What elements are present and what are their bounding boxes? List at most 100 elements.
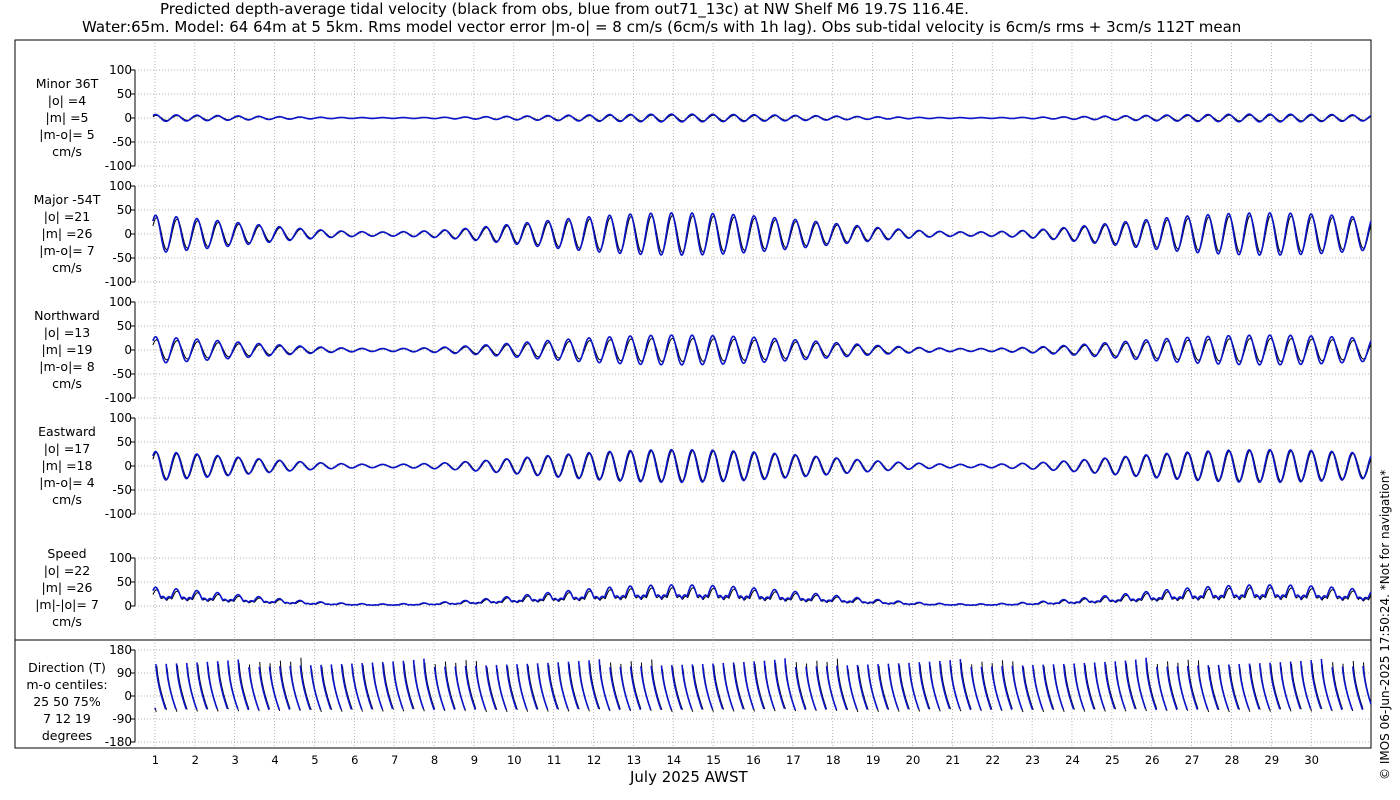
- x-tick-label: 11: [547, 753, 562, 767]
- copyright-notice: © IMOS 06-Jun-2025 17:50:24. *Not for na…: [1378, 469, 1392, 780]
- panel-speed: 100 50 0 Speed |o| =22 |m| =26 |m|-|o|= 7 cm/s: [35, 546, 1372, 629]
- y-tick-label: -90: [112, 712, 132, 726]
- panel-label-northward: cm/s: [52, 376, 82, 391]
- y-tick-label: 100: [109, 295, 132, 309]
- panel-label-major: |m| =26: [42, 226, 93, 241]
- x-tick-label: 4: [271, 753, 278, 767]
- panel-label-eastward: cm/s: [52, 492, 82, 507]
- y-tick-label: 0: [124, 459, 132, 473]
- panel-label-direction: degrees: [42, 728, 92, 743]
- panel-label-direction: Direction (T): [28, 660, 106, 675]
- x-tick-label: 8: [431, 753, 438, 767]
- y-tick-label: 50: [117, 319, 132, 333]
- y-tick-label: 0: [124, 599, 132, 613]
- x-tick-label: 24: [1065, 753, 1080, 767]
- x-tick-label: 22: [985, 753, 1000, 767]
- panel-label-minor: |o| =4: [48, 93, 87, 108]
- y-tick-label: 180: [109, 643, 132, 657]
- panel-label-speed: |m|-|o|= 7: [35, 597, 99, 612]
- x-tick-label: 1: [152, 753, 159, 767]
- y-tick-label: 50: [117, 203, 132, 217]
- panel-eastward: 100 50 0 -50 -100 Eastward |o| =17 |m| =18 |m-o|…: [38, 411, 1372, 521]
- x-tick-label: 20: [906, 753, 921, 767]
- x-tick-label: 25: [1105, 753, 1120, 767]
- panel-label-minor: |m-o|= 5: [39, 127, 94, 142]
- x-tick-label: 9: [471, 753, 478, 767]
- y-tick-label: 90: [117, 666, 132, 680]
- panel-label-minor: cm/s: [52, 144, 82, 159]
- y-tick-label: 100: [109, 551, 132, 565]
- y-tick-label: 50: [117, 575, 132, 589]
- y-tick-label: -100: [105, 507, 132, 521]
- tidal-velocity-chart: 100500-50-100Minor 36T|o| =4|m| =5|m-o|=…: [14, 39, 1372, 767]
- panel-label-northward: |m| =19: [42, 342, 93, 357]
- y-tick-label: -180: [105, 735, 132, 749]
- y-tick-label: -100: [105, 159, 132, 173]
- panel-label-speed: |m| =26: [42, 580, 93, 595]
- x-tick-label: 26: [1145, 753, 1160, 767]
- panel-minor: 100 50 0 -50 -100 Minor 36T |o| =4 |m| =5 |m-o|=…: [36, 63, 1372, 173]
- y-tick-label: 100: [109, 411, 132, 425]
- panel-label-northward: |m-o|= 8: [39, 359, 94, 374]
- x-axis-label: July 2025 AWST: [630, 768, 748, 786]
- y-tick-label: -100: [105, 275, 132, 289]
- panel-label-eastward: Eastward: [38, 424, 96, 439]
- y-tick-label: 100: [109, 179, 132, 193]
- x-tick-label: 6: [351, 753, 358, 767]
- panel-label-minor: |m| =5: [46, 110, 89, 125]
- panel-label-northward: |o| =13: [44, 325, 90, 340]
- x-tick-label: 14: [666, 753, 681, 767]
- panel-label-eastward: |m| =18: [42, 458, 93, 473]
- x-axis-ticks: 1 2 3 4 5 6 7 8 9 10 11 12 13 14 15 16 17 18 19 20 21 22 23 24 2…: [152, 753, 1319, 767]
- x-tick-label: 30: [1304, 753, 1319, 767]
- x-tick-label: 7: [391, 753, 398, 767]
- panel-label-northward: Northward: [34, 308, 100, 323]
- x-tick-label: 23: [1025, 753, 1040, 767]
- x-tick-label: 28: [1225, 753, 1240, 767]
- x-tick-label: 17: [786, 753, 801, 767]
- panel-label-major: |o| =21: [44, 209, 90, 224]
- series-model-speed: [152, 584, 1372, 606]
- y-tick-label: 50: [117, 87, 132, 101]
- y-tick-label: -100: [105, 391, 132, 405]
- y-tick-label: -50: [112, 483, 132, 497]
- y-tick-label: 0: [124, 111, 132, 125]
- y-tick-label: 100: [109, 63, 132, 77]
- x-tick-label: 15: [706, 753, 721, 767]
- day-grid: [154, 40, 1312, 748]
- panel-label-direction: 7 12 19: [43, 711, 91, 726]
- panel-label-eastward: |o| =17: [44, 441, 90, 456]
- x-tick-label: 5: [311, 753, 318, 767]
- panel-label-major: cm/s: [52, 260, 82, 275]
- x-tick-label: 13: [627, 753, 642, 767]
- x-tick-label: 16: [746, 753, 761, 767]
- panel-label-speed: cm/s: [52, 614, 82, 629]
- y-tick-label: -50: [112, 367, 132, 381]
- panel-label-direction: 25 50 75%: [33, 694, 101, 709]
- y-tick-label: -50: [112, 135, 132, 149]
- y-tick-label: 0: [124, 689, 132, 703]
- panel-label-eastward: |m-o|= 4: [39, 475, 94, 490]
- x-tick-label: 19: [866, 753, 881, 767]
- panel-label-direction: m-o centiles:: [26, 677, 107, 692]
- panel-label-speed: |o| =22: [44, 563, 90, 578]
- lower-frame: [14, 639, 1372, 749]
- y-tick-label: 0: [124, 227, 132, 241]
- panel-direction: 180 90 0 -90 -180 Direction (T) m-o centiles: 2…: [26, 643, 1372, 749]
- panel-major: 100 50 0 -50 -100 Major -54T |o| =21 |m| =26 |m-…: [34, 179, 1372, 289]
- x-tick-label: 21: [946, 753, 961, 767]
- panel-label-minor: Minor 36T: [36, 76, 99, 91]
- y-tick-label: 50: [117, 435, 132, 449]
- x-tick-label: 3: [232, 753, 239, 767]
- y-tick-label: -50: [112, 251, 132, 265]
- panel-label-speed: Speed: [47, 546, 86, 561]
- x-tick-label: 18: [826, 753, 841, 767]
- x-tick-label: 27: [1185, 753, 1200, 767]
- panel-label-major: Major -54T: [34, 192, 101, 207]
- panel-label-major: |m-o|= 7: [39, 243, 94, 258]
- x-tick-label: 12: [587, 753, 602, 767]
- x-tick-label: 10: [507, 753, 522, 767]
- x-tick-label: 2: [192, 753, 199, 767]
- x-tick-label: 29: [1265, 753, 1280, 767]
- y-tick-label: 0: [124, 343, 132, 357]
